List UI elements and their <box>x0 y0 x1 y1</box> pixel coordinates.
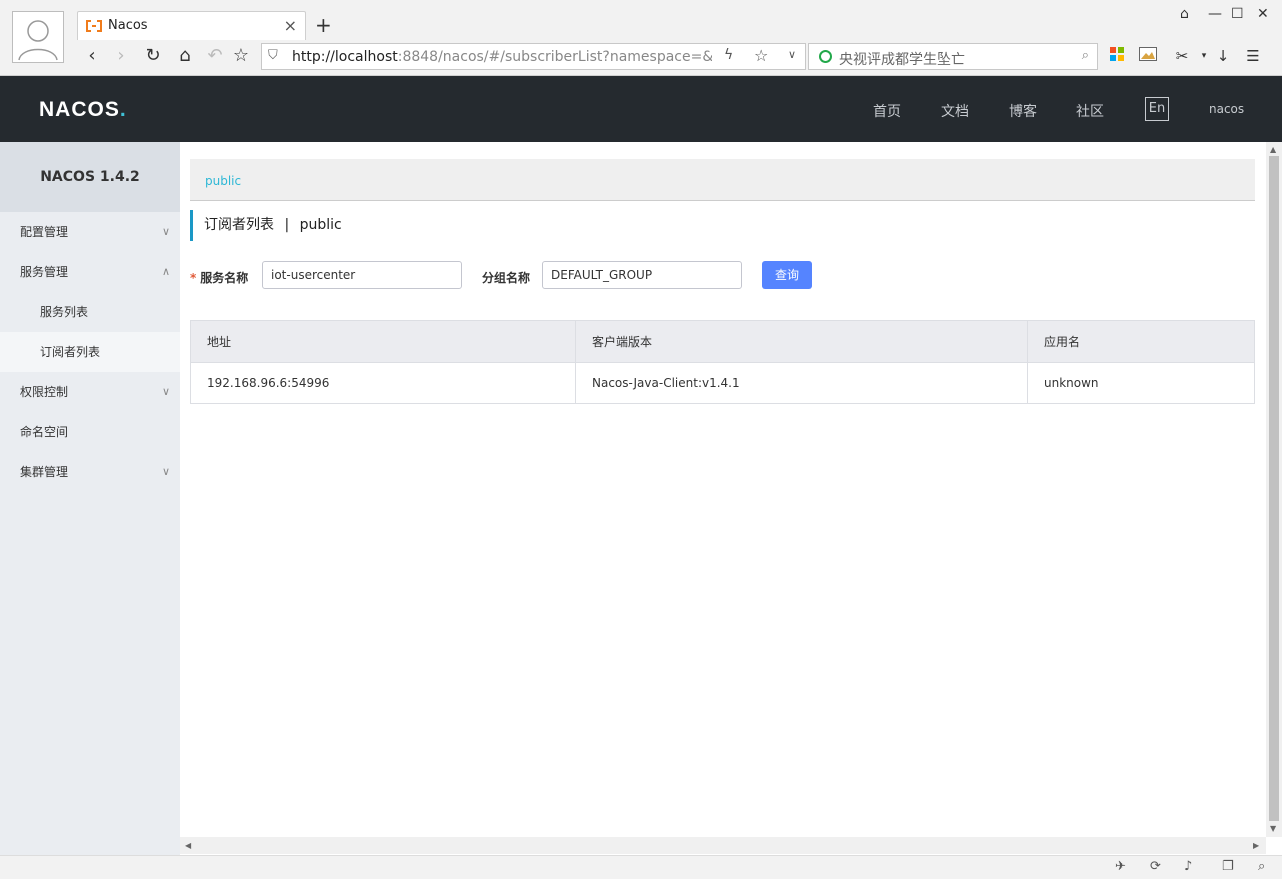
scroll-left-icon[interactable]: ◀ <box>185 841 191 850</box>
nav-blog[interactable]: 博客 <box>1009 101 1037 121</box>
undo-icon[interactable]: ↶ <box>204 45 226 67</box>
minimize-icon[interactable]: — <box>1208 6 1222 22</box>
sidebar-item-label: 配置管理 <box>20 225 69 239</box>
language-toggle[interactable]: En <box>1145 97 1169 121</box>
nav-community[interactable]: 社区 <box>1076 101 1104 121</box>
app-header: NACOS. 首页 文档 博客 社区 En nacos <box>0 76 1282 142</box>
subscriber-table: 地址 客户端版本 应用名 192.168.96.6:54996 Nacos-Ja… <box>190 320 1255 404</box>
apps-icon[interactable] <box>1107 46 1127 66</box>
page-title-text: 订阅者列表 <box>204 217 274 233</box>
sidebar-item-label: 订阅者列表 <box>40 345 101 359</box>
chevron-down-icon: ∨ <box>161 225 170 238</box>
page-title-separator: | <box>284 217 290 233</box>
sidebar-item-label: 集群管理 <box>20 465 69 479</box>
sidebar-item-label: 权限控制 <box>20 385 69 399</box>
search-bar[interactable]: 央视评成都学生坠亡 ⌕ <box>808 43 1098 70</box>
lightning-icon[interactable]: ϟ <box>724 47 733 63</box>
service-name-label: * 服务名称 <box>190 271 249 285</box>
browser-tab[interactable]: Nacos × <box>77 11 306 40</box>
nav-home[interactable]: 首页 <box>873 101 901 121</box>
browser-status-bar: ✈ ⟳ ♪ ❐ ⌕ <box>0 855 1282 879</box>
chevron-down-icon[interactable]: ∨ <box>788 48 796 61</box>
url-text: http://localhost:8848/nacos/#/subscriber… <box>292 49 712 65</box>
search-icon[interactable]: ⌕ <box>1082 48 1089 63</box>
sidebar-item-subscriber-list[interactable]: 订阅者列表 <box>0 332 180 372</box>
home-icon[interactable]: ⌂ <box>174 45 196 67</box>
horizontal-scrollbar[interactable]: ◀ ▶ <box>180 837 1266 854</box>
page-title-namespace: public <box>299 217 342 233</box>
user-name[interactable]: nacos <box>1209 102 1244 116</box>
page-title: 订阅者列表 | public <box>190 210 342 241</box>
reload-icon[interactable]: ↻ <box>142 45 164 67</box>
refresh-cache-icon[interactable]: ⟳ <box>1150 859 1161 874</box>
browser-chrome: Nacos × + ⌂ — ☐ ✕ ‹ › ↻ ⌂ ↶ ☆ ⛉ http://l… <box>0 0 1282 76</box>
menu-icon[interactable]: ☰ <box>1243 46 1263 66</box>
bookmark-star-icon[interactable]: ☆ <box>754 46 768 65</box>
chevron-up-icon: ∧ <box>161 265 170 278</box>
group-name-input[interactable]: DEFAULT_GROUP <box>542 261 742 289</box>
scissors-dropdown-icon[interactable]: ▾ <box>1194 46 1214 66</box>
cell-app-name: unknown <box>1027 362 1255 404</box>
scroll-up-icon[interactable]: ▲ <box>1270 145 1276 154</box>
sidebar-item-cluster[interactable]: 集群管理 ∨ <box>0 452 180 492</box>
group-name-label: 分组名称 <box>482 271 531 285</box>
scissors-icon[interactable]: ✂ <box>1172 46 1192 66</box>
search-engine-icon <box>819 50 832 63</box>
column-client-version: 客户端版本 <box>575 320 1028 363</box>
image-icon[interactable] <box>1138 46 1158 66</box>
address-bar[interactable]: ⛉ http://localhost:8848/nacos/#/subscrib… <box>261 43 806 70</box>
namespace-link-public[interactable]: public <box>205 174 241 188</box>
service-name-input[interactable]: iot-usercenter <box>262 261 462 289</box>
column-app-name: 应用名 <box>1027 320 1255 363</box>
new-tab-icon[interactable]: + <box>315 13 332 37</box>
sidebar-item-label: 命名空间 <box>20 425 69 439</box>
forward-icon[interactable]: › <box>110 45 132 67</box>
sidebar-item-label: 服务管理 <box>20 265 69 279</box>
query-button[interactable]: 查询 <box>762 261 812 289</box>
main-content: public 订阅者列表 | public * 服务名称 iot-usercent… <box>180 142 1266 837</box>
search-text: 央视评成都学生坠亡 <box>839 52 965 68</box>
maximize-icon[interactable]: ☐ <box>1231 6 1244 22</box>
sidebar-item-service[interactable]: 服务管理 ∧ <box>0 252 180 292</box>
tab-title: Nacos <box>108 18 148 33</box>
sidebar-item-namespace[interactable]: 命名空间 <box>0 412 180 452</box>
cell-client-version: Nacos-Java-Client:v1.4.1 <box>575 362 1028 404</box>
shield-icon: ⛉ <box>268 48 278 63</box>
sidebar-item-label: 服务列表 <box>40 305 89 319</box>
tab-close-icon[interactable]: × <box>284 16 297 35</box>
namespace-bar: public <box>190 159 1255 201</box>
chevron-down-icon: ∨ <box>161 465 170 478</box>
vertical-scroll-thumb[interactable] <box>1269 156 1279 821</box>
nacos-logo[interactable]: NACOS. <box>39 98 127 122</box>
chevron-down-icon: ∨ <box>161 385 170 398</box>
window-mode-icon[interactable]: ❐ <box>1222 859 1234 874</box>
column-address: 地址 <box>190 320 576 363</box>
sidebar-item-service-list[interactable]: 服务列表 <box>0 292 180 332</box>
scroll-down-icon[interactable]: ▼ <box>1270 824 1276 833</box>
download-icon[interactable]: ↓ <box>1213 46 1233 66</box>
sidebar: NACOS 1.4.2 配置管理 ∨ 服务管理 ∧ 服务列表 订阅者列表 权限控… <box>0 142 180 855</box>
sidebar-item-config[interactable]: 配置管理 ∨ <box>0 212 180 252</box>
table-header-row: 地址 客户端版本 应用名 <box>190 320 1255 363</box>
favorite-icon[interactable]: ☆ <box>230 45 252 67</box>
scroll-right-icon[interactable]: ▶ <box>1253 841 1259 850</box>
sidebar-title: NACOS 1.4.2 <box>0 142 180 212</box>
sidebar-item-auth[interactable]: 权限控制 ∨ <box>0 372 180 412</box>
window-close-icon[interactable]: ✕ <box>1257 6 1269 22</box>
profile-avatar[interactable] <box>12 11 64 63</box>
back-icon[interactable]: ‹ <box>81 45 103 67</box>
cell-address: 192.168.96.6:54996 <box>190 362 576 404</box>
table-row: 192.168.96.6:54996 Nacos-Java-Client:v1.… <box>190 362 1255 404</box>
vertical-scrollbar[interactable]: ▲ ▼ <box>1266 142 1282 837</box>
nacos-favicon-icon <box>86 20 102 32</box>
pin-icon[interactable]: ✈ <box>1115 859 1126 874</box>
zoom-icon[interactable]: ⌕ <box>1258 859 1265 874</box>
skin-icon[interactable]: ⌂ <box>1180 6 1189 22</box>
nav-docs[interactable]: 文档 <box>941 101 969 121</box>
volume-icon[interactable]: ♪ <box>1184 859 1192 874</box>
